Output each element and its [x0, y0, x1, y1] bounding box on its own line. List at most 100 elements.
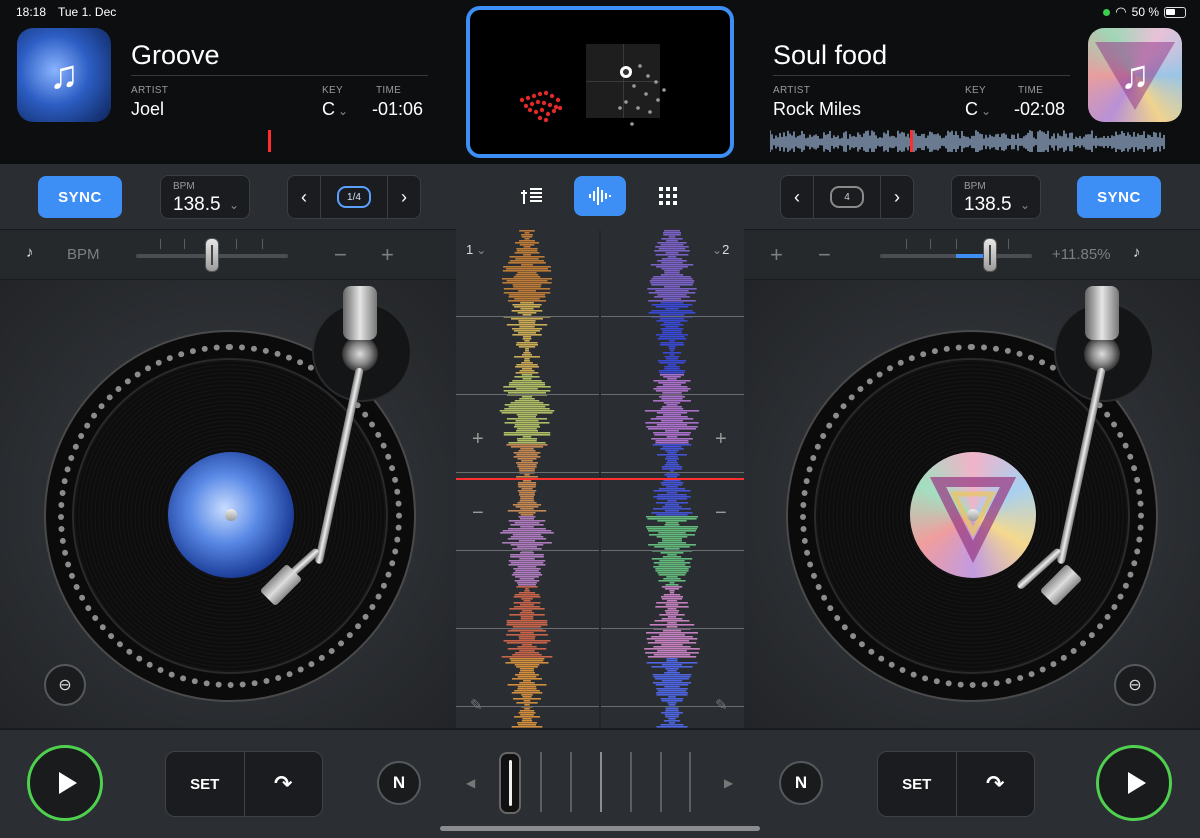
track-title-right[interactable]: Soul food	[773, 40, 887, 71]
pads-icon[interactable]	[642, 176, 694, 216]
wifi-icon: ◠	[1115, 4, 1127, 19]
waveform-slice	[661, 258, 683, 260]
waveform-slice	[655, 502, 689, 504]
waveform-slice	[660, 328, 684, 330]
waveform-slice	[520, 670, 534, 672]
mixer-icon[interactable]	[506, 176, 558, 216]
neural-mix-button-left[interactable]: N	[377, 761, 421, 805]
deck-settings-icon[interactable]: ⊖	[44, 664, 86, 706]
waveform-slice	[515, 344, 539, 346]
waveform-slice	[517, 440, 537, 442]
track-title-left[interactable]: Groove	[131, 40, 220, 71]
pitch-knob-right[interactable]	[983, 238, 997, 272]
bpm-box-right[interactable]: BPM 138.5 ⌄	[951, 175, 1041, 219]
waveform-slice	[666, 436, 678, 438]
loop-prev-button[interactable]: ‹	[781, 176, 813, 218]
key-right[interactable]: C ⌄	[965, 99, 991, 120]
mic-indicator-icon	[1103, 8, 1111, 16]
waveform-slice	[512, 534, 542, 536]
sync-button-right[interactable]: SYNC	[1077, 176, 1161, 218]
minus-icon[interactable]: −	[818, 242, 831, 268]
waveform-slice	[664, 510, 680, 512]
waveform-slice	[660, 274, 684, 276]
waveform-slice	[664, 272, 680, 274]
red-dot	[553, 104, 559, 110]
zoom-in-icon[interactable]: +	[715, 428, 727, 451]
waveform-slice	[653, 380, 691, 382]
loop-toggle-left[interactable]: 1/4	[320, 176, 388, 218]
waveform-slice	[670, 470, 674, 472]
deck-settings-icon[interactable]: ⊖	[1114, 664, 1156, 706]
waveform-slice	[521, 368, 533, 370]
play-button-left[interactable]	[27, 745, 103, 821]
lane-number-right[interactable]: ⌄2	[709, 242, 729, 257]
loop-size-left: 1/4	[347, 191, 361, 203]
waveform-slice	[510, 446, 544, 448]
track-overview-left[interactable]	[24, 130, 432, 152]
waveform-slice	[647, 428, 697, 430]
set-cue-button-right[interactable]: SET	[878, 752, 956, 816]
play-button-right[interactable]	[1096, 745, 1172, 821]
waveform-slice	[519, 638, 535, 640]
cue-jump-icon[interactable]: ↷	[243, 752, 323, 816]
neural-mix-button-right[interactable]: N	[779, 761, 823, 805]
note-icon[interactable]: ♪	[1133, 244, 1141, 261]
loop-next-button[interactable]: ›	[388, 176, 420, 218]
waveform-slice	[506, 620, 548, 622]
minus-icon[interactable]: −	[334, 242, 347, 268]
waveform-slice	[661, 262, 683, 264]
album-art-left[interactable]: ♫	[17, 28, 111, 122]
track-overview-right[interactable]	[770, 130, 1165, 152]
crossfader-right-arrow-icon[interactable]: ▶	[724, 776, 733, 790]
sync-button-left[interactable]: SYNC	[38, 176, 122, 218]
waveform-slice	[655, 678, 689, 680]
waveform-slice	[651, 284, 693, 286]
battery-percent: 50 %	[1131, 5, 1159, 19]
zoom-out-icon[interactable]: −	[715, 502, 727, 525]
key-left[interactable]: C ⌄	[322, 99, 348, 120]
beat-gridline	[456, 628, 599, 629]
note-icon[interactable]: ♪	[26, 244, 34, 261]
waveform-slice	[513, 572, 541, 574]
waveform-slice	[664, 366, 680, 368]
zoom-out-icon[interactable]: −	[472, 502, 484, 525]
pitch-knob-left[interactable]	[205, 238, 219, 272]
bpm-box-left[interactable]: BPM 138.5 ⌄	[160, 175, 250, 219]
waveform-slice	[659, 374, 685, 376]
set-cue-button-left[interactable]: SET	[166, 752, 244, 816]
red-dot	[529, 101, 535, 107]
waveform-slice	[646, 638, 698, 640]
waveform-slice	[650, 418, 694, 420]
waveform-slice	[653, 490, 691, 492]
plus-icon[interactable]: +	[381, 242, 394, 268]
waveform-slice	[669, 340, 675, 342]
waveform-slice	[662, 298, 682, 300]
waveform-icon[interactable]	[574, 176, 626, 216]
waveform-slice	[507, 510, 547, 512]
waveform-slice	[503, 640, 551, 642]
crossfader-knob[interactable]	[499, 752, 521, 814]
pencil-icon[interactable]: ✎	[715, 696, 728, 714]
waveform-slice	[665, 710, 679, 712]
crossfader-left-arrow-icon[interactable]: ◀	[466, 776, 475, 790]
loop-next-button[interactable]: ›	[881, 176, 913, 218]
album-art-right[interactable]: ♫	[1088, 28, 1182, 122]
loop-toggle-right[interactable]: 4	[813, 176, 881, 218]
waveform-slice	[658, 370, 686, 372]
waveform-slice	[651, 278, 693, 280]
home-indicator[interactable]	[440, 826, 760, 831]
waveform-slice	[513, 286, 541, 288]
waveform-slice	[651, 558, 693, 560]
cue-jump-icon[interactable]: ↷	[955, 752, 1035, 816]
waveform-slice	[520, 448, 534, 450]
waveform-slice	[648, 312, 696, 314]
pencil-icon[interactable]: ✎	[470, 696, 483, 714]
plus-icon[interactable]: +	[770, 242, 783, 268]
zoom-in-icon[interactable]: +	[472, 428, 484, 451]
crossfader-tick	[630, 752, 632, 812]
waveform-slice	[666, 456, 678, 458]
red-dot	[555, 97, 561, 103]
fx-pad-screen[interactable]	[466, 6, 734, 158]
lane-number-left[interactable]: 1 ⌄	[466, 242, 486, 257]
loop-prev-button[interactable]: ‹	[288, 176, 320, 218]
